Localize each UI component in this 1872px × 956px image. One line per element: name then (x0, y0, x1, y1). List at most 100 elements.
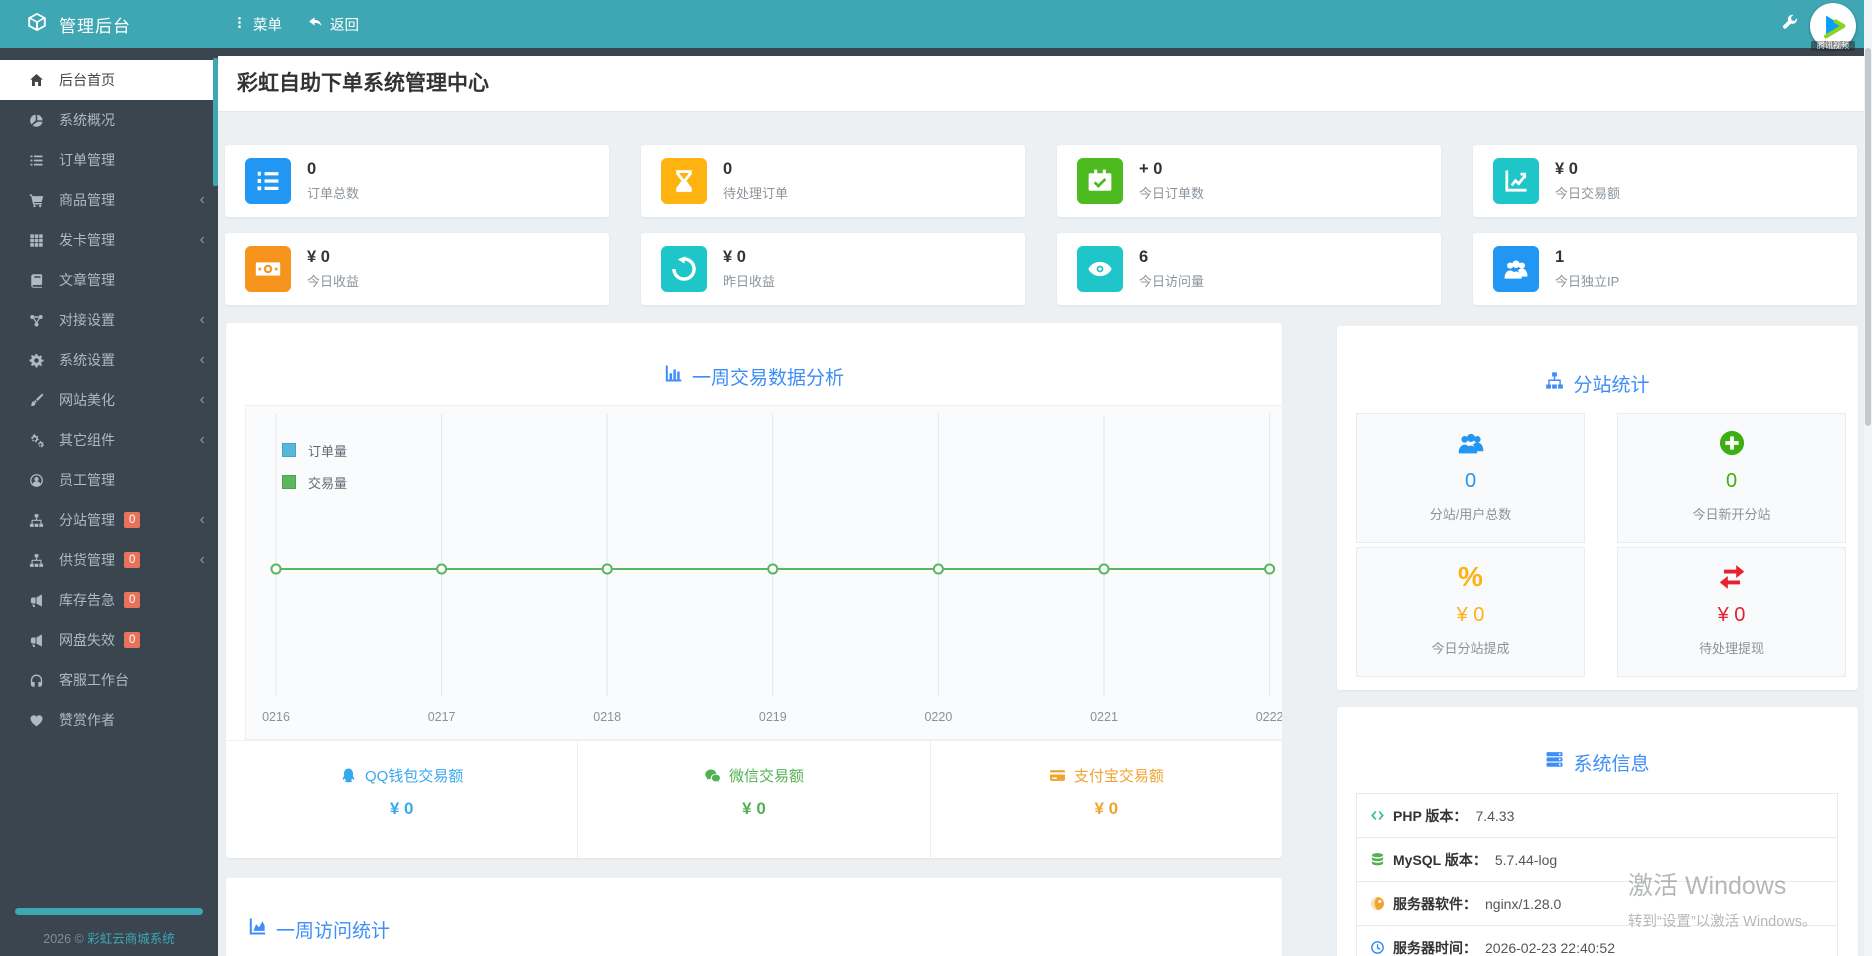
reply-icon (308, 15, 323, 30)
bar-chart-icon (664, 364, 683, 389)
stat-card-meta: ¥ 0 昨日收益 (723, 248, 775, 290)
area-icon (248, 917, 267, 936)
gear-icon (29, 353, 44, 368)
stat-card-value: + 0 (1139, 160, 1163, 178)
topbar: 管理后台 菜单 返回 (0, 0, 1872, 48)
sidebar-item-分站管理[interactable]: 分站管理 0 ‹ (0, 500, 218, 540)
svg-text:0218: 0218 (593, 710, 621, 724)
page-scrollbar[interactable] (1864, 0, 1872, 956)
brush-icon (29, 393, 44, 408)
paycard-icon (1049, 767, 1066, 784)
stat-card-今日订单数[interactable]: + 0 今日订单数 (1057, 145, 1441, 217)
payment-total-QQ钱包交易额: QQ钱包交易额 ¥ 0 (226, 741, 577, 858)
sidebar-item-对接设置[interactable]: 对接设置 ‹ (0, 300, 218, 340)
menu-toggle-button[interactable]: 菜单 (233, 14, 282, 35)
wrench-icon (1782, 14, 1798, 30)
sidebar-item-赞赏作者[interactable]: 赞赏作者 (0, 700, 218, 740)
stat-card-label: 今日交易额 (1555, 186, 1621, 201)
sidebar-item-label: 系统设置 (59, 352, 115, 368)
sidebar-item-文章管理[interactable]: 文章管理 (0, 260, 218, 300)
stat-card-value: ¥ 0 (307, 248, 330, 266)
chevron-left-icon: ‹ (199, 391, 205, 408)
branch-tile-value: 0 (1725, 470, 1738, 492)
trade-chart-plot: 0216 0217 0218 0219 0220 0221 0222 订单量 交易量 (245, 405, 1284, 740)
back-button-label: 返回 (330, 17, 359, 34)
stat-card-icon-box (1493, 246, 1539, 292)
cube-icon (27, 12, 47, 32)
copyright-link[interactable]: 彩虹云商城系统 (87, 932, 175, 946)
stat-card-icon-box (245, 158, 291, 204)
stat-card-label: 待处理订单 (723, 186, 789, 201)
stat-card-label: 今日订单数 (1139, 186, 1205, 201)
chevron-left-icon: ‹ (199, 431, 205, 448)
stat-card-昨日收益[interactable]: ¥ 0 昨日收益 (641, 233, 1025, 305)
stat-card-今日访问量[interactable]: 6 今日访问量 (1057, 233, 1441, 305)
page-scrollbar-thumb[interactable] (1865, 48, 1871, 426)
branch-stats-title: 分站统计 (1337, 326, 1858, 397)
stat-card-meta: 0 待处理订单 (723, 160, 788, 202)
sidebar-item-商品管理[interactable]: 商品管理 ‹ (0, 180, 218, 220)
payment-total-value: ¥ 0 (1094, 799, 1119, 818)
sidebar-item-label: 客服工作台 (59, 672, 129, 688)
back-button[interactable]: 返回 (308, 14, 359, 35)
branch-tile-label: 待处理提现 (1698, 641, 1764, 656)
system-info-label: PHP 版本： (1393, 807, 1468, 824)
calcheck-icon (1087, 168, 1113, 194)
sidebar-item-系统概况[interactable]: 系统概况 (0, 100, 218, 140)
sidebar-progress-bar (15, 908, 203, 915)
branch-tile-今日分站提成[interactable]: % ¥ 0 今日分站提成 (1356, 547, 1585, 677)
stat-card-value: 6 (1139, 248, 1149, 266)
wrench-icon[interactable] (1782, 14, 1798, 35)
stat-card-今日交易额[interactable]: ¥ 0 今日交易额 (1473, 145, 1857, 217)
sidebar-item-订单管理[interactable]: 订单管理 (0, 140, 218, 180)
sidebar-item-库存告急[interactable]: 库存告急 0 (0, 580, 218, 620)
sitemap-icon (1545, 371, 1564, 390)
stat-card-meta: + 0 今日订单数 (1139, 160, 1204, 202)
chevron-left-icon: ‹ (199, 191, 205, 208)
home-icon (29, 73, 44, 88)
sidebar-item-员工管理[interactable]: 员工管理 (0, 460, 218, 500)
sidebar-scrollbar-thumb[interactable] (213, 58, 218, 186)
sidebar-item-客服工作台[interactable]: 客服工作台 (0, 660, 218, 700)
sitemap-icon (29, 553, 44, 568)
barchart-icon (664, 364, 683, 383)
sidebar-copyright: 2026 © 彩虹云商城系统 (0, 928, 218, 947)
stat-card-今日独立IP[interactable]: 1 今日独立IP (1473, 233, 1857, 305)
system-info-label: 服务器时间： (1393, 939, 1477, 956)
sidebar-item-发卡管理[interactable]: 发卡管理 ‹ (0, 220, 218, 260)
weekly-trade-title: 一周交易数据分析 (226, 323, 1282, 390)
stat-card-meta: 6 今日访问量 (1139, 248, 1204, 290)
branch-tile-今日新开分站[interactable]: 0 今日新开分站 (1617, 413, 1846, 543)
legend-label: 订单量 (308, 443, 348, 459)
stat-card-value: ¥ 0 (1555, 160, 1578, 178)
stat-card-icon-box (661, 246, 707, 292)
sidebar-item-label: 其它组件 (59, 432, 115, 448)
sidebar-item-后台首页[interactable]: 后台首页 (0, 60, 218, 100)
globe-icon (1370, 896, 1385, 911)
sidebar-item-网站美化[interactable]: 网站美化 ‹ (0, 380, 218, 420)
sidebar-item-网盘失效[interactable]: 网盘失效 0 (0, 620, 218, 660)
grid-icon (29, 233, 44, 248)
branch-tile-label: 分站/用户总数 (1429, 507, 1512, 522)
sidebar-item-供货管理[interactable]: 供货管理 0 ‹ (0, 540, 218, 580)
stat-card-今日收益[interactable]: ¥ 0 今日收益 (225, 233, 609, 305)
tencent-video-desktop-icon[interactable]: 腾讯视频 (1810, 3, 1860, 53)
legend-item-订单量[interactable]: 订单量 (282, 440, 347, 460)
sidebar-item-其它组件[interactable]: 其它组件 ‹ (0, 420, 218, 460)
copyright-prefix: 2026 © (43, 932, 88, 946)
branch-tile-icon: % (1357, 562, 1584, 592)
branch-tile-分站/用户总数[interactable]: 0 分站/用户总数 (1356, 413, 1585, 543)
cart-icon (29, 193, 44, 208)
stat-card-待处理订单[interactable]: 0 待处理订单 (641, 145, 1025, 217)
gears-icon (29, 433, 44, 448)
sidebar-item-系统设置[interactable]: 系统设置 ‹ (0, 340, 218, 380)
sidebar-item-label: 系统概况 (59, 112, 115, 128)
branch-tile-待处理提现[interactable]: ¥ 0 待处理提现 (1617, 547, 1846, 677)
system-info-label: 服务器软件： (1393, 895, 1477, 912)
branch-tile-value: ¥ 0 (1717, 604, 1746, 626)
legend-item-交易量[interactable]: 交易量 (282, 472, 347, 492)
stat-card-icon-box (1077, 158, 1123, 204)
stat-card-订单总数[interactable]: 0 订单总数 (225, 145, 609, 217)
stat-card-meta: ¥ 0 今日收益 (307, 248, 359, 290)
dots-icon (233, 16, 246, 29)
